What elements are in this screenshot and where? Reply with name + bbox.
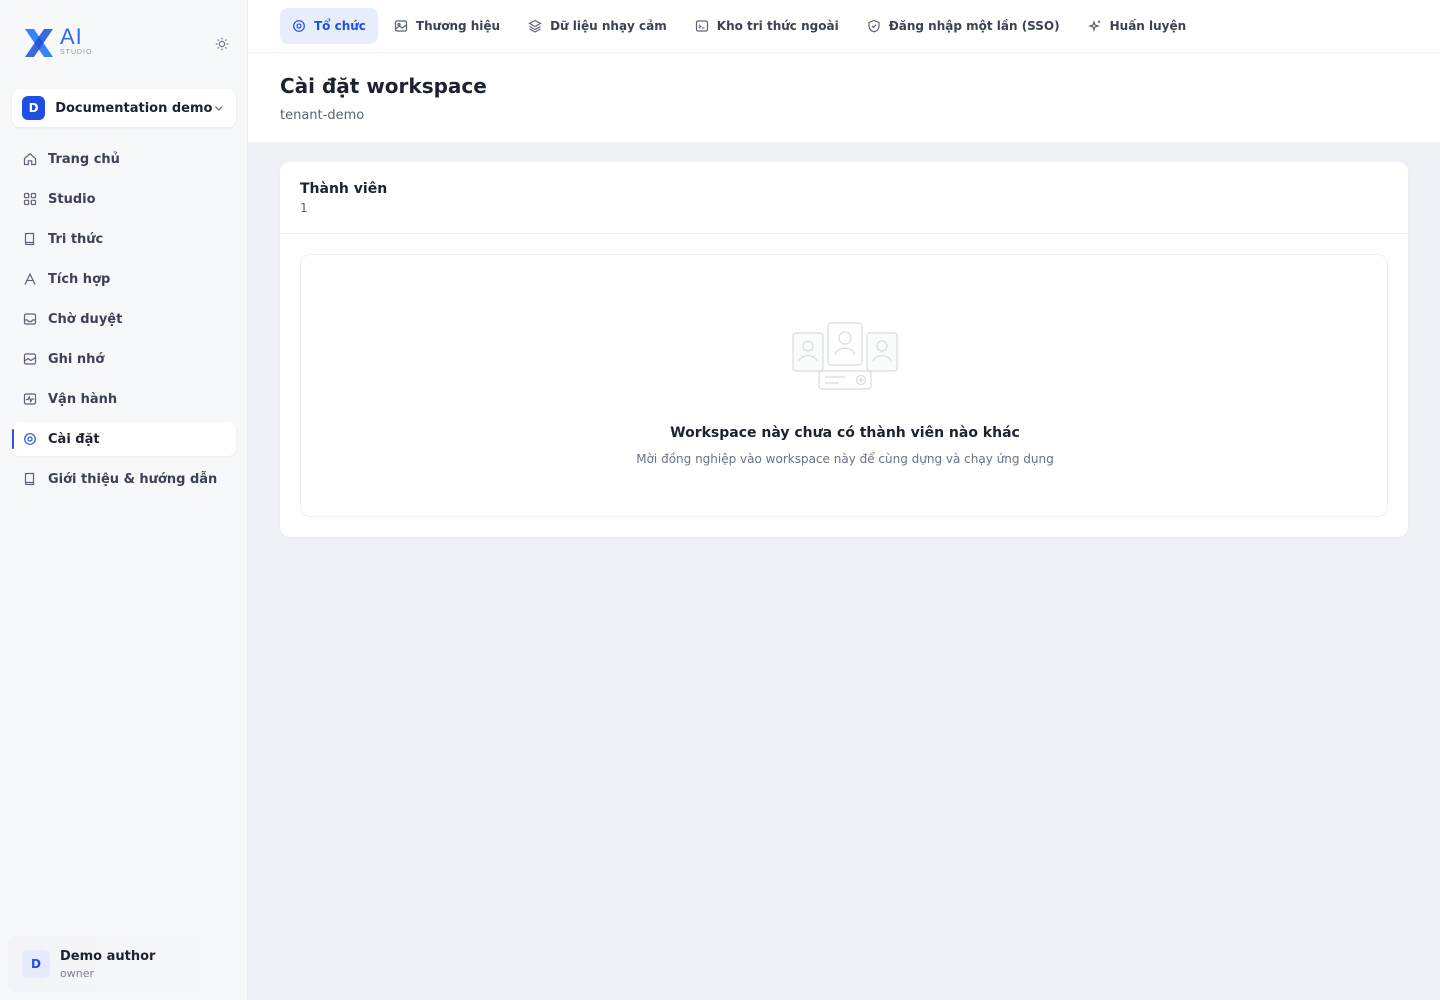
page-title: Cài đặt workspace	[280, 74, 487, 98]
sparkle-icon	[1087, 19, 1102, 33]
tab-label: Tổ chức	[314, 19, 366, 33]
sidebar: AI STUDIO D Documentation demo Trang chủ…	[0, 0, 248, 1000]
tab-label: Huấn luyện	[1109, 19, 1187, 33]
members-illustration-icon	[792, 322, 898, 390]
inbox-icon	[22, 311, 38, 327]
tab-branding[interactable]: Thương hiệu	[382, 8, 512, 44]
tab-label: Thương hiệu	[415, 19, 501, 33]
activity-icon	[22, 391, 38, 407]
empty-state-description: Mời đồng nghiệp vào workspace này để cùn…	[636, 452, 1054, 466]
image-icon	[394, 19, 408, 33]
tab-sensitive-data[interactable]: Dữ liệu nhạy cảm	[516, 8, 679, 44]
theme-toggle-button[interactable]	[212, 34, 232, 54]
tools-icon	[22, 271, 38, 287]
guide-book-icon	[22, 471, 38, 487]
sun-icon	[215, 37, 229, 51]
sidebar-item-pending[interactable]: Chờ duyệt	[12, 302, 236, 336]
workspace-avatar: D	[22, 96, 46, 120]
sidebar-item-label: Cài đặt	[48, 431, 100, 447]
book-icon	[22, 231, 38, 247]
tab-organization[interactable]: Tổ chức	[280, 8, 378, 44]
shield-icon	[867, 19, 881, 33]
sidebar-item-memory[interactable]: Ghi nhớ	[12, 342, 236, 376]
layers-icon	[528, 19, 542, 33]
sidebar-item-label: Ghi nhớ	[48, 351, 105, 367]
members-card: Thành viên 1 Workspace này chưa có thành…	[280, 162, 1408, 537]
tab-label: Đăng nhập một lần (SSO)	[888, 19, 1060, 33]
divider	[280, 233, 1408, 234]
sidebar-item-knowledge[interactable]: Tri thức	[12, 222, 236, 256]
empty-state: Workspace này chưa có thành viên nào khá…	[300, 254, 1388, 517]
page-subtitle: tenant-demo	[280, 108, 365, 123]
user-profile[interactable]: D Demo author owner	[8, 936, 244, 992]
tab-label: Dữ liệu nhạy cảm	[550, 19, 667, 33]
sidebar-item-label: Tích hợp	[48, 271, 111, 287]
sidebar-item-integrations[interactable]: Tích hợp	[12, 262, 236, 296]
sidebar-item-label: Giới thiệu & hướng dẫn	[48, 471, 218, 487]
settings-icon	[22, 431, 38, 447]
tab-external-knowledge[interactable]: Kho tri thức ngoài	[683, 8, 851, 44]
sidebar-item-home[interactable]: Trang chủ	[12, 142, 236, 176]
grid-icon	[22, 191, 38, 207]
sidebar-item-label: Studio	[48, 191, 96, 207]
sidebar-nav: Trang chủ Studio Tri thức Tích hợp Chờ d…	[12, 142, 236, 502]
sidebar-item-label: Trang chủ	[48, 151, 120, 167]
user-role: owner	[60, 966, 94, 980]
terminal-icon	[695, 19, 709, 33]
logo-subtext: STUDIO	[60, 49, 93, 56]
tab-sso[interactable]: Đăng nhập một lần (SSO)	[855, 8, 1072, 44]
empty-state-title: Workspace này chưa có thành viên nào khá…	[670, 425, 1020, 441]
brand-logo[interactable]: AI STUDIO	[22, 26, 92, 62]
members-count: 1	[300, 201, 308, 215]
logo-x-mark	[25, 29, 53, 57]
avatar: D	[22, 950, 50, 978]
sidebar-item-label: Tri thức	[48, 231, 104, 247]
memo-icon	[22, 351, 38, 367]
logo-text: AI	[60, 24, 83, 49]
chevron-down-icon	[215, 106, 224, 111]
settings-tabs: Tổ chức Thương hiệu Dữ liệu nhạy cảm Kho…	[280, 8, 1202, 44]
page-header: Tổ chức Thương hiệu Dữ liệu nhạy cảm Kho…	[248, 0, 1440, 142]
workspace-name: Documentation demo	[55, 100, 213, 116]
sidebar-item-operations[interactable]: Vận hành	[12, 382, 236, 416]
user-name: Demo author	[60, 948, 156, 964]
tab-label: Kho tri thức ngoài	[716, 19, 839, 33]
members-title: Thành viên	[300, 181, 388, 197]
sidebar-item-studio[interactable]: Studio	[12, 182, 236, 216]
sidebar-item-guide[interactable]: Giới thiệu & hướng dẫn	[12, 462, 236, 496]
sidebar-item-label: Vận hành	[48, 391, 118, 407]
sidebar-item-label: Chờ duyệt	[48, 311, 123, 327]
divider	[248, 52, 1440, 53]
sidebar-item-settings[interactable]: Cài đặt	[12, 422, 236, 456]
home-icon	[22, 151, 38, 167]
tab-training[interactable]: Huấn luyện	[1076, 8, 1199, 44]
settings-icon	[292, 19, 306, 33]
workspace-switcher[interactable]: D Documentation demo	[12, 89, 236, 127]
